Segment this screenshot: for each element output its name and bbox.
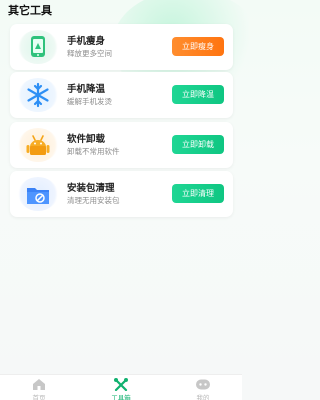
phone-slim-icon: [18, 30, 58, 64]
tab-mine[interactable]: 我的: [183, 378, 223, 400]
tool-subtitle: 缓解手机发烫: [67, 97, 112, 106]
section-title: 其它工具: [8, 4, 52, 17]
tab-home[interactable]: 首页: [19, 378, 59, 400]
snowflake-icon: [18, 78, 58, 112]
tool-card-cool: 手机降温 缓解手机发烫 立即降温: [10, 72, 233, 118]
cool-now-button[interactable]: 立即降温: [172, 85, 224, 104]
tools-icon: [114, 378, 128, 391]
tool-title: 手机降温: [67, 84, 106, 95]
tool-card-uninstall: 软件卸载 卸载不常用软件 立即卸载: [10, 122, 233, 168]
tab-label: 我的: [196, 394, 210, 400]
tool-title: 软件卸载: [67, 134, 106, 145]
tool-subtitle: 卸载不常用软件: [67, 147, 120, 156]
tab-label: 首页: [32, 394, 46, 400]
slim-now-button[interactable]: 立即瘦身: [172, 37, 224, 56]
tool-subtitle: 清理无用安装包: [67, 196, 120, 205]
mine-icon: [196, 379, 210, 390]
home-icon: [33, 379, 45, 390]
tool-subtitle: 释放更多空间: [67, 49, 112, 58]
clean-now-button[interactable]: 立即清理: [172, 184, 224, 203]
tab-tools[interactable]: 工具箱: [101, 378, 141, 400]
uninstall-now-button[interactable]: 立即卸载: [172, 135, 224, 154]
tool-card-package-clean: 安装包清理 清理无用安装包 立即清理: [10, 171, 233, 217]
bottom-tab-bar: 首页 工具箱 我的: [0, 374, 242, 400]
tab-label: 工具箱: [111, 394, 131, 400]
android-uninstall-icon: [18, 128, 58, 162]
tool-title: 安装包清理: [67, 183, 115, 194]
tool-card-slim: 手机瘦身 释放更多空间 立即瘦身: [10, 24, 233, 70]
folder-clean-icon: [18, 177, 58, 211]
tool-title: 手机瘦身: [67, 36, 106, 47]
